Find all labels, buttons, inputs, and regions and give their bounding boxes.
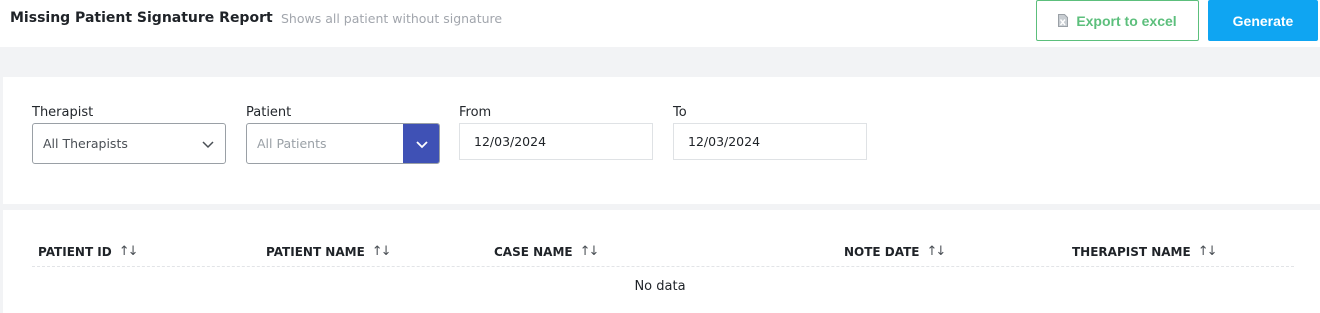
excel-file-icon — [1058, 14, 1069, 27]
chevron-down-icon — [415, 140, 428, 148]
sort-icon[interactable]: ↑↓ — [927, 244, 947, 259]
column-header-patient-name[interactable]: PATIENT NAME ↑↓ — [266, 244, 392, 259]
from-date-input[interactable]: 12/03/2024 — [459, 123, 653, 160]
column-header-case-name[interactable]: CASE NAME ↑↓ — [494, 244, 600, 259]
patient-select-placeholder: All Patients — [257, 136, 327, 151]
header-divider — [32, 266, 1294, 267]
therapist-select[interactable]: All Therapists — [32, 123, 226, 164]
filters-panel: Therapist All Therapists Patient All Pat… — [3, 77, 1320, 204]
column-header-patient-id[interactable]: PATIENT ID ↑↓ — [38, 244, 139, 259]
sort-icon[interactable]: ↑↓ — [1198, 244, 1218, 259]
sort-icon[interactable]: ↑↓ — [372, 244, 392, 259]
column-label: NOTE DATE — [844, 244, 920, 259]
results-table: PATIENT ID ↑↓ PATIENT NAME ↑↓ CASE NAME … — [3, 210, 1320, 313]
patient-select[interactable]: All Patients — [246, 123, 440, 164]
page-title: Missing Patient Signature Report — [10, 10, 273, 26]
patient-label: Patient — [246, 105, 292, 120]
export-label: Export to excel — [1076, 12, 1177, 29]
generate-button[interactable]: Generate — [1208, 0, 1318, 41]
therapist-select-value: All Therapists — [43, 136, 128, 151]
column-header-therapist-name[interactable]: THERAPIST NAME ↑↓ — [1072, 244, 1218, 259]
chevron-down-icon — [201, 137, 215, 154]
column-header-note-date[interactable]: NOTE DATE ↑↓ — [844, 244, 947, 259]
column-label: THERAPIST NAME — [1072, 244, 1191, 259]
sort-icon[interactable]: ↑↓ — [580, 244, 600, 259]
column-label: PATIENT NAME — [266, 244, 365, 259]
to-date-input[interactable]: 12/03/2024 — [673, 123, 867, 160]
therapist-label: Therapist — [32, 105, 94, 120]
page-subtitle: Shows all patient without signature — [281, 11, 503, 26]
empty-state-text: No data — [634, 279, 686, 294]
column-label: CASE NAME — [494, 244, 573, 259]
from-label: From — [459, 105, 492, 120]
patient-dropdown-button[interactable] — [403, 124, 439, 163]
to-label: To — [673, 105, 687, 120]
export-to-excel-button[interactable]: Export to excel — [1036, 0, 1199, 41]
sort-icon[interactable]: ↑↓ — [119, 244, 139, 259]
report-header: Missing Patient Signature Report Shows a… — [0, 0, 1320, 47]
column-label: PATIENT ID — [38, 244, 112, 259]
